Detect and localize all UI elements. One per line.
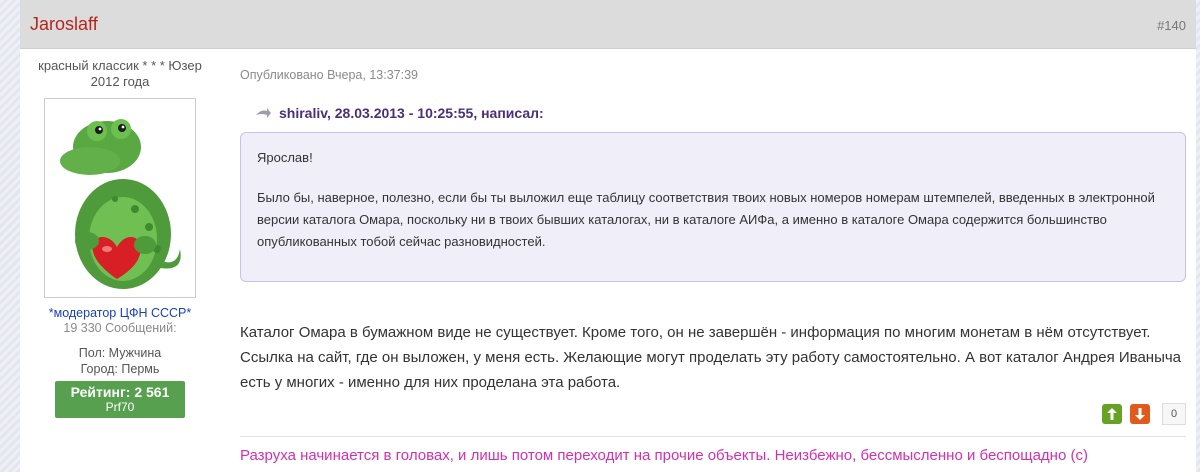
quote-author[interactable]: shiraliv, 28.03.2013 - 10:25:55, написал… xyxy=(279,105,544,121)
quote-paragraph-1: Ярослав! xyxy=(257,150,313,165)
signature: Разруха начинается в головах, и лишь пот… xyxy=(240,447,1088,464)
moderator-label: *модератор ЦФН СССР* xyxy=(48,306,192,320)
post-published-date: Опубликовано Вчера, 13:37:39 xyxy=(240,68,418,82)
quote-arrow-icon xyxy=(256,108,271,118)
quote-paragraph-2: Было бы, наверное, полезно, если бы ты в… xyxy=(257,190,1155,249)
vote-down-button[interactable] xyxy=(1130,404,1150,424)
signature-divider xyxy=(240,436,1186,437)
author-gender: Пол: Мужчина xyxy=(78,346,162,360)
post-number-link[interactable]: #140 xyxy=(1157,18,1186,33)
vote-controls: 0 xyxy=(1102,403,1186,425)
rating-sub: Prf70 xyxy=(105,400,135,414)
avatar[interactable] xyxy=(44,98,196,298)
author-city: Город: Пермь xyxy=(80,362,160,376)
author-name-link[interactable]: Jaroslaff xyxy=(30,14,98,35)
arrow-up-icon xyxy=(1107,408,1117,420)
rating-badge: Рейтинг: 2 561 Prf70 xyxy=(55,381,185,418)
messages-count: 19 330 Сообщений: xyxy=(63,321,177,335)
crocodile-avatar-image xyxy=(45,99,195,297)
vote-count: 0 xyxy=(1162,403,1186,425)
rating-value: Рейтинг: 2 561 xyxy=(70,384,170,400)
quote-header: shiraliv, 28.03.2013 - 10:25:55, написал… xyxy=(255,105,544,121)
forum-post: Jaroslaff #140 красный классик * * * Юзе… xyxy=(20,0,1196,472)
post-header: Jaroslaff #140 xyxy=(20,0,1196,49)
vote-up-button[interactable] xyxy=(1102,404,1122,424)
author-meta: Пол: Мужчина Город: Пермь xyxy=(20,345,220,377)
author-title: красный классик * * * Юзер 2012 года xyxy=(38,58,202,89)
author-info: красный классик * * * Юзер 2012 года *мо… xyxy=(20,58,220,418)
quote-box: Ярослав! Было бы, наверное, полезно, есл… xyxy=(240,132,1186,282)
arrow-down-icon xyxy=(1135,408,1145,420)
post-body: Каталог Омара в бумажном виде не существ… xyxy=(240,324,1182,391)
